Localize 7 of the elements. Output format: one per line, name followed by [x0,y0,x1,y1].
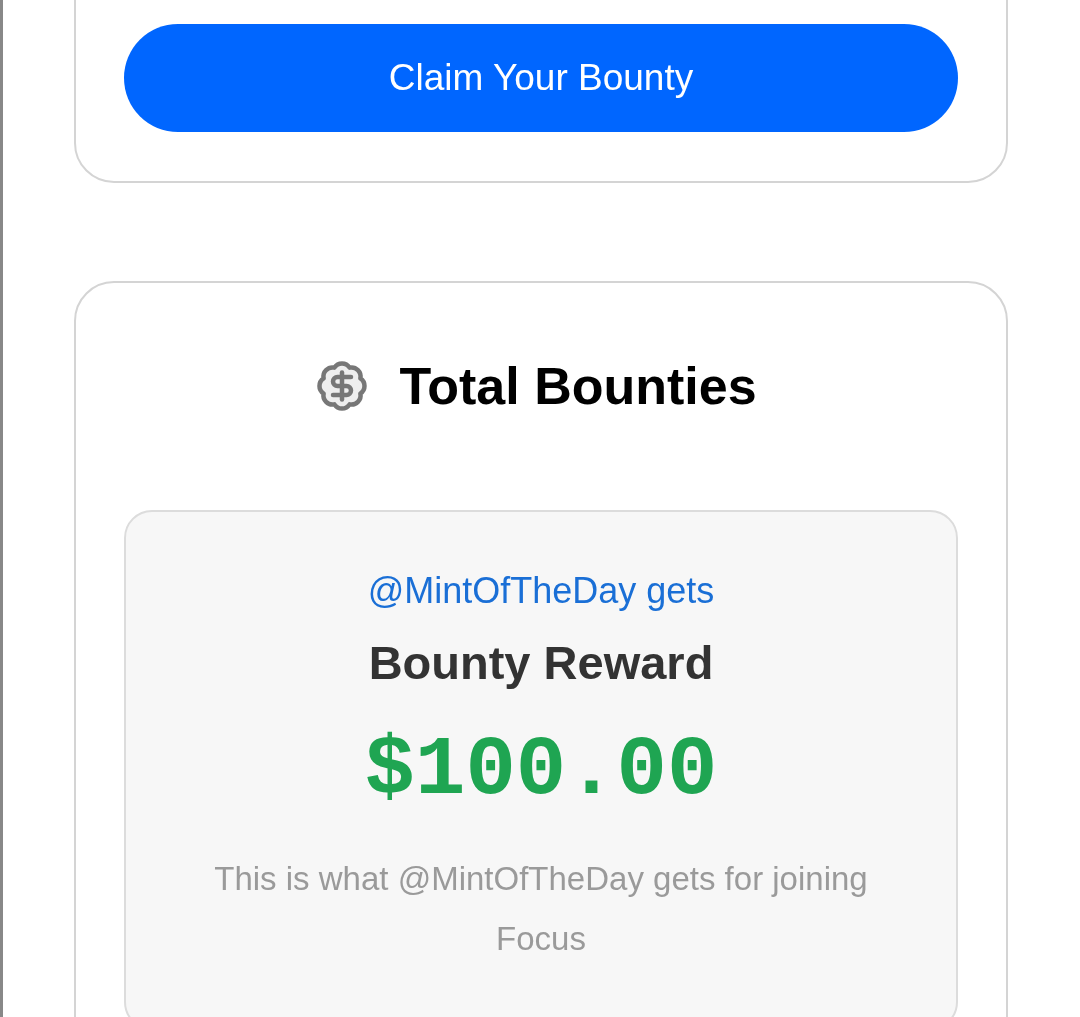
reward-amount: $100.00 [364,722,718,820]
section-title: Total Bounties [399,356,757,417]
reward-description: This is what @MintOfTheDay gets for joining Focus [213,859,869,959]
recipient-text: @MintOfTheDay gets [367,569,715,613]
reward-title: Bounty Reward [368,635,714,691]
dollar-badge-icon [315,359,370,413]
claim-button[interactable]: Claim Your Bounty [124,24,958,132]
